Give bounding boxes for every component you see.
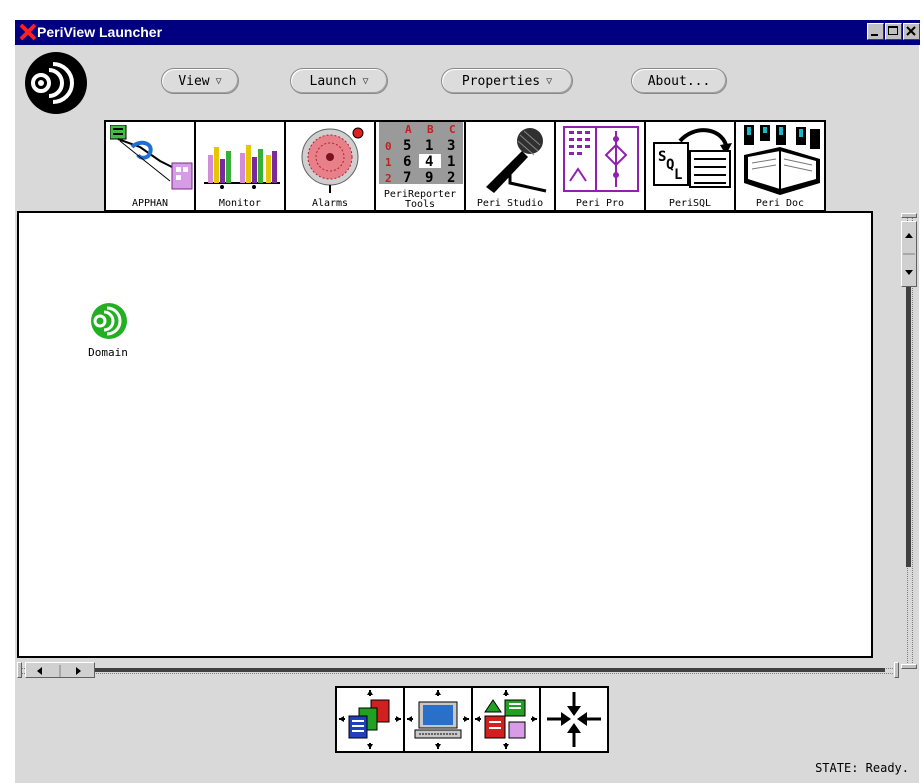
title-bar[interactable]: PeriView Launcher (15, 20, 920, 45)
horizontal-scrollbar[interactable] (17, 661, 899, 679)
dropdown-arrow-icon: ▽ (362, 75, 369, 87)
grid-cell: 7 (403, 170, 411, 184)
maximize-button[interactable] (885, 23, 902, 40)
tile-label: Monitor (218, 198, 262, 209)
properties-menu-label: Properties (461, 73, 541, 89)
sql-icon: S Q L (653, 128, 732, 188)
periview-logo-icon (25, 52, 87, 114)
view-menu-label: View (178, 73, 210, 89)
expand-shapes-icon (475, 690, 537, 749)
grid-cell: 6 (403, 154, 411, 170)
grid-cell: 2 (447, 170, 455, 184)
bar-chart-icon (204, 145, 280, 189)
tile-perireporter[interactable]: A B C 0 5 1 3 1 6 4 1 2 7 9 2 PeriReport… (374, 120, 466, 212)
number-grid-icon: A B C 0 5 1 3 1 6 4 1 2 7 9 2 (379, 122, 463, 184)
apphan-icon (110, 125, 193, 190)
minimize-icon (871, 34, 878, 36)
dropdown-arrow-icon: ▽ (546, 75, 553, 87)
tile-label: Peri Pro (575, 198, 625, 209)
tile-peridoc[interactable]: Peri Doc (734, 120, 826, 212)
maximize-icon (888, 26, 898, 35)
status-text: STATE: Ready. (815, 761, 909, 775)
microphone-icon (486, 128, 547, 193)
vertical-scrollbar[interactable] (900, 213, 918, 669)
expand-computer-icon (407, 690, 469, 749)
tile-label: Peri Doc (755, 198, 805, 209)
svg-text:L: L (674, 167, 682, 183)
grid-cell: 1 (447, 154, 455, 170)
tile-monitor[interactable]: Monitor (194, 120, 286, 212)
book-icon (744, 125, 820, 195)
collapse-button[interactable] (539, 686, 609, 753)
grid-header-a: A (405, 123, 412, 136)
tile-peristudio[interactable]: Peri Studio (464, 120, 556, 212)
launch-toolbar: APPHAN Monitor Alarms A B C 0 5 1 3 1 6 … (104, 120, 826, 212)
properties-menu-button[interactable]: Properties ▽ (441, 68, 573, 94)
grid-cell: 0 (385, 140, 392, 153)
close-icon (906, 26, 916, 36)
scroll-bottom-cap[interactable] (901, 664, 917, 669)
scroll-track-fill (95, 668, 885, 672)
scroll-arrows-icon (37, 665, 81, 677)
launcher-window: PeriView Launcher View ▽ Launch ▽ Proper… (14, 19, 920, 783)
expand-panels-button[interactable] (335, 686, 405, 753)
x-logo-icon (19, 23, 37, 41)
scroll-track-fill (906, 287, 911, 567)
tile-peripro[interactable]: Peri Pro (554, 120, 646, 212)
domain-canvas[interactable]: Domain (17, 211, 873, 658)
tile-label: Peri Studio (476, 198, 544, 209)
tile-label: PeriSQL (668, 198, 712, 209)
tile-perisql[interactable]: S Q L PeriSQL (644, 120, 736, 212)
expand-shapes-button[interactable] (471, 686, 541, 753)
grid-cell: 3 (447, 138, 455, 154)
grid-cell: 2 (385, 172, 392, 184)
grid-cell: 4 (425, 154, 433, 170)
scroll-right-cap[interactable] (894, 662, 899, 678)
horizontal-scroll-thumb[interactable] (25, 662, 95, 678)
minimize-button[interactable] (867, 23, 884, 40)
tile-label-line2: Tools (404, 199, 436, 210)
expand-panels-icon (339, 690, 401, 749)
window-title: PeriView Launcher (37, 24, 163, 40)
tile-alarms[interactable]: Alarms (284, 120, 376, 212)
grid-header-c: C (449, 123, 456, 136)
expand-computer-button[interactable] (403, 686, 473, 753)
alarm-bell-icon (301, 127, 364, 193)
domain-icon (91, 303, 127, 339)
tile-label: APPHAN (131, 198, 169, 209)
view-menu-button[interactable]: View ▽ (161, 68, 239, 94)
tile-label: Alarms (311, 198, 349, 209)
launch-menu-label: Launch (309, 73, 357, 89)
domain-label: Domain (88, 346, 128, 359)
tile-apphan[interactable]: APPHAN (104, 120, 196, 212)
grid-cell: 1 (425, 138, 433, 154)
collapse-arrows-icon (547, 692, 601, 747)
launch-menu-button[interactable]: Launch ▽ (290, 68, 388, 94)
vertical-scroll-thumb[interactable] (901, 221, 917, 287)
grid-cell: 1 (385, 156, 392, 169)
dropdown-arrow-icon: ▽ (215, 75, 222, 87)
grid-header-b: B (427, 123, 434, 136)
grid-cell: 5 (403, 138, 411, 154)
flowchart-icon (563, 126, 639, 192)
scroll-left-cap[interactable] (17, 662, 22, 678)
grid-cell: 9 (425, 170, 433, 184)
close-button[interactable] (903, 23, 920, 40)
view-tools (335, 686, 609, 753)
scroll-top-cap[interactable] (901, 213, 917, 218)
domain-node[interactable]: Domain (81, 301, 141, 359)
about-button[interactable]: About... (631, 68, 727, 94)
about-button-label: About... (647, 73, 711, 89)
scroll-arrows-icon (903, 233, 915, 275)
